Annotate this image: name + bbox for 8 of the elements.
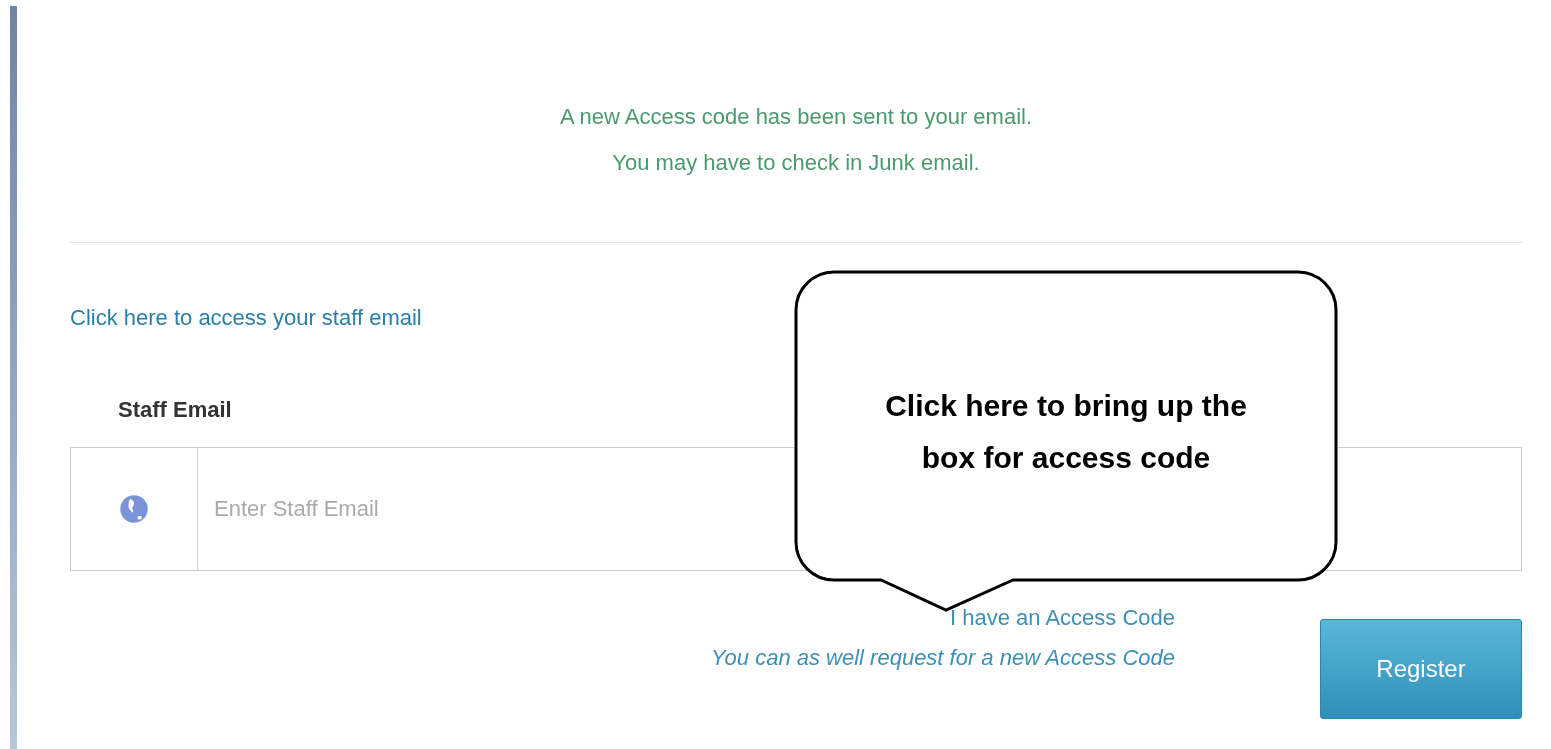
notice-text: A new Access code has been sent to your email. (558, 103, 1034, 131)
field-label: Staff Email (118, 397, 232, 423)
register-button[interactable]: Register (1320, 619, 1522, 719)
globe-icon (119, 494, 149, 524)
notice-text: You may have to check in Junk email. (611, 149, 981, 177)
staff-email-link[interactable]: Click here to access your staff email (70, 305, 422, 331)
access-code-link[interactable]: You can as well request for a new Access Code (711, 645, 1175, 671)
access-code-link[interactable]: I have an Access Code (949, 605, 1175, 631)
